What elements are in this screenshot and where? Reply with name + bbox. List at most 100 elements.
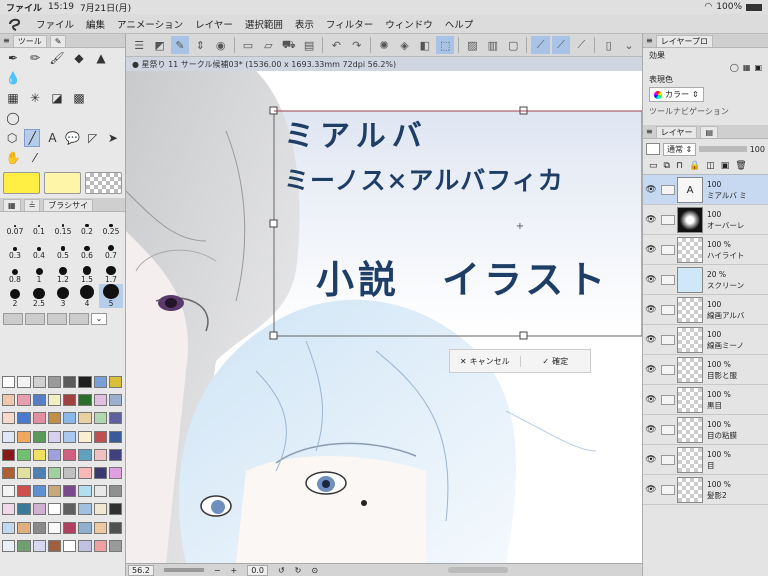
- palette-swatch[interactable]: [108, 521, 122, 534]
- layer-checkbox[interactable]: [661, 184, 675, 195]
- ruler3-icon[interactable]: ⟋: [572, 36, 590, 54]
- brush-size-item[interactable]: 0.07: [3, 212, 27, 236]
- eye-icon[interactable]: 👁: [643, 185, 659, 195]
- transform-icon[interactable]: ◧: [416, 36, 434, 54]
- palette-swatch[interactable]: [78, 394, 92, 407]
- tab-slider[interactable]: ≟: [23, 198, 41, 211]
- display-color-dropdown[interactable]: カラー ⇕: [649, 87, 704, 102]
- palette-swatch[interactable]: [32, 521, 46, 534]
- frame-icon[interactable]: ▢: [504, 36, 522, 54]
- ruler-icon[interactable]: ⟋: [531, 36, 550, 54]
- palette-swatch[interactable]: [93, 394, 107, 407]
- brush-size-item[interactable]: 0.25: [99, 212, 123, 236]
- clip-icon[interactable]: ⊓: [676, 161, 683, 172]
- fill-bucket-icon[interactable]: ◪: [48, 89, 66, 107]
- palette-swatch[interactable]: [2, 394, 16, 407]
- palette-swatch[interactable]: [17, 466, 31, 479]
- palette-swatch[interactable]: [17, 485, 31, 498]
- palette-swatch[interactable]: [32, 539, 46, 552]
- menu-icon[interactable]: ≡: [646, 127, 653, 136]
- palette-swatch[interactable]: [63, 394, 77, 407]
- zoom-slider[interactable]: [163, 568, 204, 572]
- color-set-tab[interactable]: [25, 313, 45, 325]
- palette-swatch[interactable]: [93, 539, 107, 552]
- canvas-icon[interactable]: ◩: [150, 36, 168, 54]
- palette-swatch[interactable]: [2, 521, 16, 534]
- palette-swatch[interactable]: [47, 430, 61, 443]
- palette-swatch[interactable]: [47, 394, 61, 407]
- palette-swatch[interactable]: [17, 412, 31, 425]
- palette-swatch[interactable]: [32, 485, 46, 498]
- redo-icon[interactable]: ↷: [348, 36, 366, 54]
- tone-effect-icon[interactable]: ▦: [743, 63, 751, 72]
- palette-swatch[interactable]: [108, 394, 122, 407]
- palette-swatch[interactable]: [2, 412, 16, 425]
- eye-icon[interactable]: 👁: [643, 335, 659, 345]
- tab-brush-size[interactable]: ブラシサイ: [43, 198, 94, 211]
- layer-checkbox[interactable]: [661, 274, 675, 285]
- menu-view[interactable]: 表示: [289, 17, 320, 31]
- tab-subtool[interactable]: ✎: [49, 34, 67, 47]
- menu-animation[interactable]: アニメーション: [111, 17, 189, 31]
- opacity-slider[interactable]: [699, 146, 747, 152]
- palette-swatch[interactable]: [47, 376, 61, 388]
- palette-swatch[interactable]: [2, 376, 16, 388]
- palette-swatch[interactable]: [63, 448, 77, 461]
- palette-swatch[interactable]: [78, 466, 92, 479]
- palette-swatch[interactable]: [63, 521, 77, 534]
- palette-swatch[interactable]: [108, 485, 122, 498]
- palette-swatch[interactable]: [93, 521, 107, 534]
- palette-swatch[interactable]: [47, 539, 61, 552]
- gradient-icon[interactable]: ▩: [70, 89, 88, 107]
- eraser-icon[interactable]: ◆: [70, 49, 88, 67]
- palette-swatch[interactable]: [78, 448, 92, 461]
- eye-icon[interactable]: 👁: [643, 275, 659, 285]
- confirm-button[interactable]: ✓ 確定: [521, 356, 591, 367]
- palette-swatch[interactable]: [17, 376, 31, 388]
- tab-layer[interactable]: レイヤー: [655, 125, 698, 138]
- brush-size-item[interactable]: 1.5: [75, 260, 99, 284]
- palette-swatch[interactable]: [47, 412, 61, 425]
- color-set-tab[interactable]: [3, 313, 23, 325]
- layer-row[interactable]: 👁 100 線画アルバ: [643, 295, 768, 325]
- blend-icon[interactable]: ▲: [92, 49, 110, 67]
- layer-row[interactable]: 👁 100 % 黒目: [643, 385, 768, 415]
- brush-size-item[interactable]: 0.2: [75, 212, 99, 236]
- palette-swatch[interactable]: [2, 539, 16, 552]
- layer-checkbox[interactable]: [661, 334, 675, 345]
- palette-swatch[interactable]: [63, 430, 77, 443]
- brush-size-item[interactable]: 2.5: [27, 284, 51, 308]
- palette-swatch[interactable]: [47, 448, 61, 461]
- layer-row[interactable]: 👁 20 % スクリーン: [643, 265, 768, 295]
- layer-row[interactable]: 👁 A 100 ミアルバ ミ: [643, 175, 768, 205]
- select-transform-icon[interactable]: ⬚: [436, 36, 455, 54]
- palette-swatch[interactable]: [2, 466, 16, 479]
- layer-row[interactable]: 👁 100 % 髪影2: [643, 475, 768, 505]
- tab-layer-search[interactable]: ▤: [700, 125, 719, 138]
- eye-icon[interactable]: 👁: [643, 425, 659, 435]
- menu-help[interactable]: ヘルプ: [439, 17, 480, 31]
- transparent-color-swatch[interactable]: [85, 172, 122, 194]
- undo-icon[interactable]: ↶: [327, 36, 345, 54]
- palette-swatch[interactable]: [93, 485, 107, 498]
- layer-checkbox[interactable]: [661, 424, 675, 435]
- view-icon[interactable]: ◉: [212, 36, 230, 54]
- brush-icon[interactable]: 🖌: [48, 49, 66, 67]
- save-icon[interactable]: ⛟: [280, 36, 298, 54]
- eye-icon[interactable]: 👁: [643, 305, 659, 315]
- updown-icon[interactable]: ⇕: [191, 36, 209, 54]
- palette-swatch[interactable]: [108, 466, 122, 479]
- eye-icon[interactable]: 👁: [643, 455, 659, 465]
- menu-icon[interactable]: ☰: [130, 36, 148, 54]
- eye-icon[interactable]: 👁: [643, 215, 659, 225]
- layer-row[interactable]: 👁 100 線画ミーノ: [643, 325, 768, 355]
- brush-size-item[interactable]: 1: [27, 260, 51, 284]
- tab-palette[interactable]: ▦: [3, 198, 21, 211]
- brush-size-item[interactable]: 4: [75, 284, 99, 308]
- palette-swatch[interactable]: [93, 503, 107, 516]
- tab-tool[interactable]: ツール: [12, 34, 47, 47]
- document-tab[interactable]: ● 星祭り 11 サークル候補03* (1536.00 x 1693.33mm …: [126, 57, 642, 71]
- layer-checkbox[interactable]: [661, 484, 675, 495]
- palette-swatch[interactable]: [78, 503, 92, 516]
- eye-icon[interactable]: 👁: [643, 365, 659, 375]
